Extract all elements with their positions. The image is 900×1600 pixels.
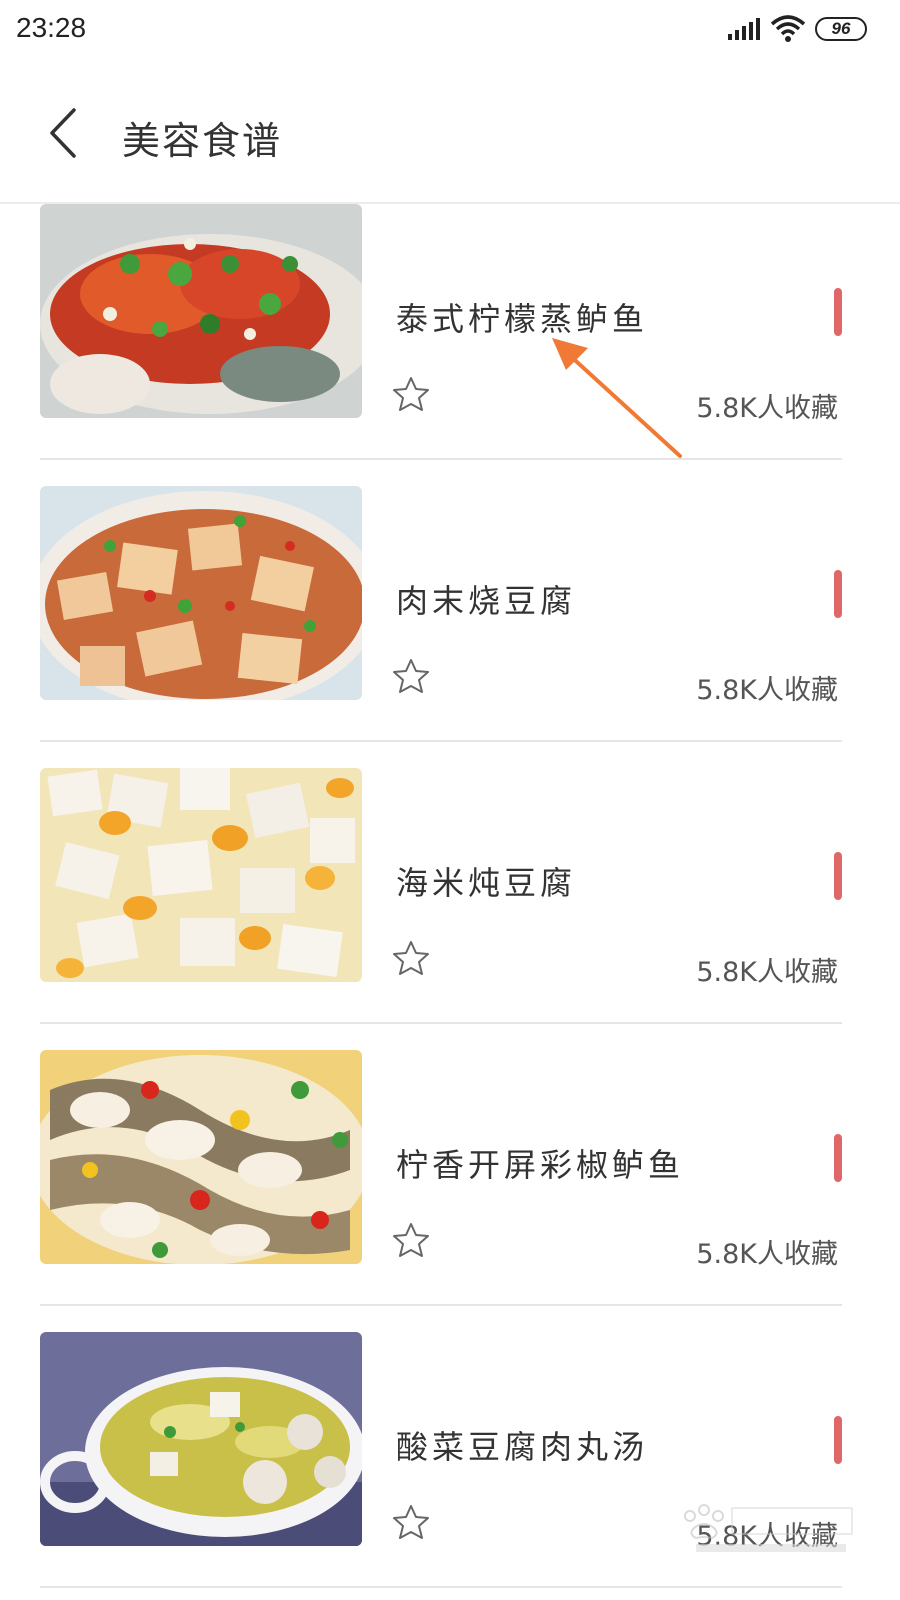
status-bar: 23:28 96: [0, 0, 900, 60]
recipe-photo-meatball-soup: [40, 1332, 362, 1546]
app-header: 美容食谱: [0, 60, 900, 204]
favorite-count: 5.8K人收藏: [696, 675, 838, 706]
wifi-icon: [770, 15, 806, 42]
star-outline-icon[interactable]: [392, 658, 430, 694]
recipe-title[interactable]: 酸菜豆腐肉丸汤: [396, 1422, 648, 1468]
recipe-title[interactable]: 肉末烧豆腐: [396, 576, 576, 622]
favorite-count: 5.8K人收藏: [696, 1521, 838, 1552]
recipe-title[interactable]: 海米炖豆腐: [396, 858, 576, 904]
divider: [40, 1022, 842, 1024]
favorite-count: 5.8K人收藏: [696, 957, 838, 988]
favorite-count: 5.8K人收藏: [696, 1239, 838, 1270]
recipe-item[interactable]: 泰式柠檬蒸鲈鱼 5.8K人收藏: [0, 204, 900, 478]
star-outline-icon[interactable]: [392, 376, 430, 412]
recipe-item[interactable]: 柠香开屏彩椒鲈鱼 5.8K人收藏: [0, 1042, 900, 1324]
divider: [40, 458, 842, 460]
star-outline-icon[interactable]: [392, 1504, 430, 1540]
accent-bar: [834, 570, 842, 618]
accent-bar: [834, 852, 842, 900]
recipe-title[interactable]: 柠香开屏彩椒鲈鱼: [396, 1140, 684, 1186]
accent-bar: [834, 288, 842, 336]
star-outline-icon[interactable]: [392, 1222, 430, 1258]
status-time: 23:28: [16, 12, 87, 43]
recipe-item[interactable]: 酸菜豆腐肉丸汤 5.8K人收藏: [0, 1324, 900, 1600]
signal-icon: [728, 18, 760, 40]
back-chevron-icon[interactable]: [40, 106, 90, 160]
battery-indicator: 96: [815, 17, 867, 41]
favorite-count: 5.8K人收藏: [696, 393, 838, 424]
recipe-item[interactable]: 肉末烧豆腐 5.8K人收藏: [0, 478, 900, 760]
battery-level: 96: [831, 19, 851, 38]
accent-bar: [834, 1134, 842, 1182]
divider: [40, 740, 842, 742]
accent-bar: [834, 1416, 842, 1464]
recipe-item[interactable]: 海米炖豆腐 5.8K人收藏: [0, 760, 900, 1042]
page-title: 美容食谱: [122, 119, 283, 163]
recipe-photo-lemon-fish: [40, 204, 362, 418]
recipe-photo-shrimp-tofu: [40, 768, 362, 982]
divider: [40, 1304, 842, 1306]
divider: [40, 1586, 842, 1588]
recipe-photo-peacock-fish: [40, 1050, 362, 1264]
recipe-photo-pork-tofu: [40, 486, 362, 700]
annotation-arrow-icon: [552, 338, 682, 458]
recipe-list[interactable]: 泰式柠檬蒸鲈鱼 5.8K人收藏 肉末烧豆腐 5.8K人收藏 海米炖豆腐 5.8K…: [0, 204, 900, 1600]
star-outline-icon[interactable]: [392, 940, 430, 976]
